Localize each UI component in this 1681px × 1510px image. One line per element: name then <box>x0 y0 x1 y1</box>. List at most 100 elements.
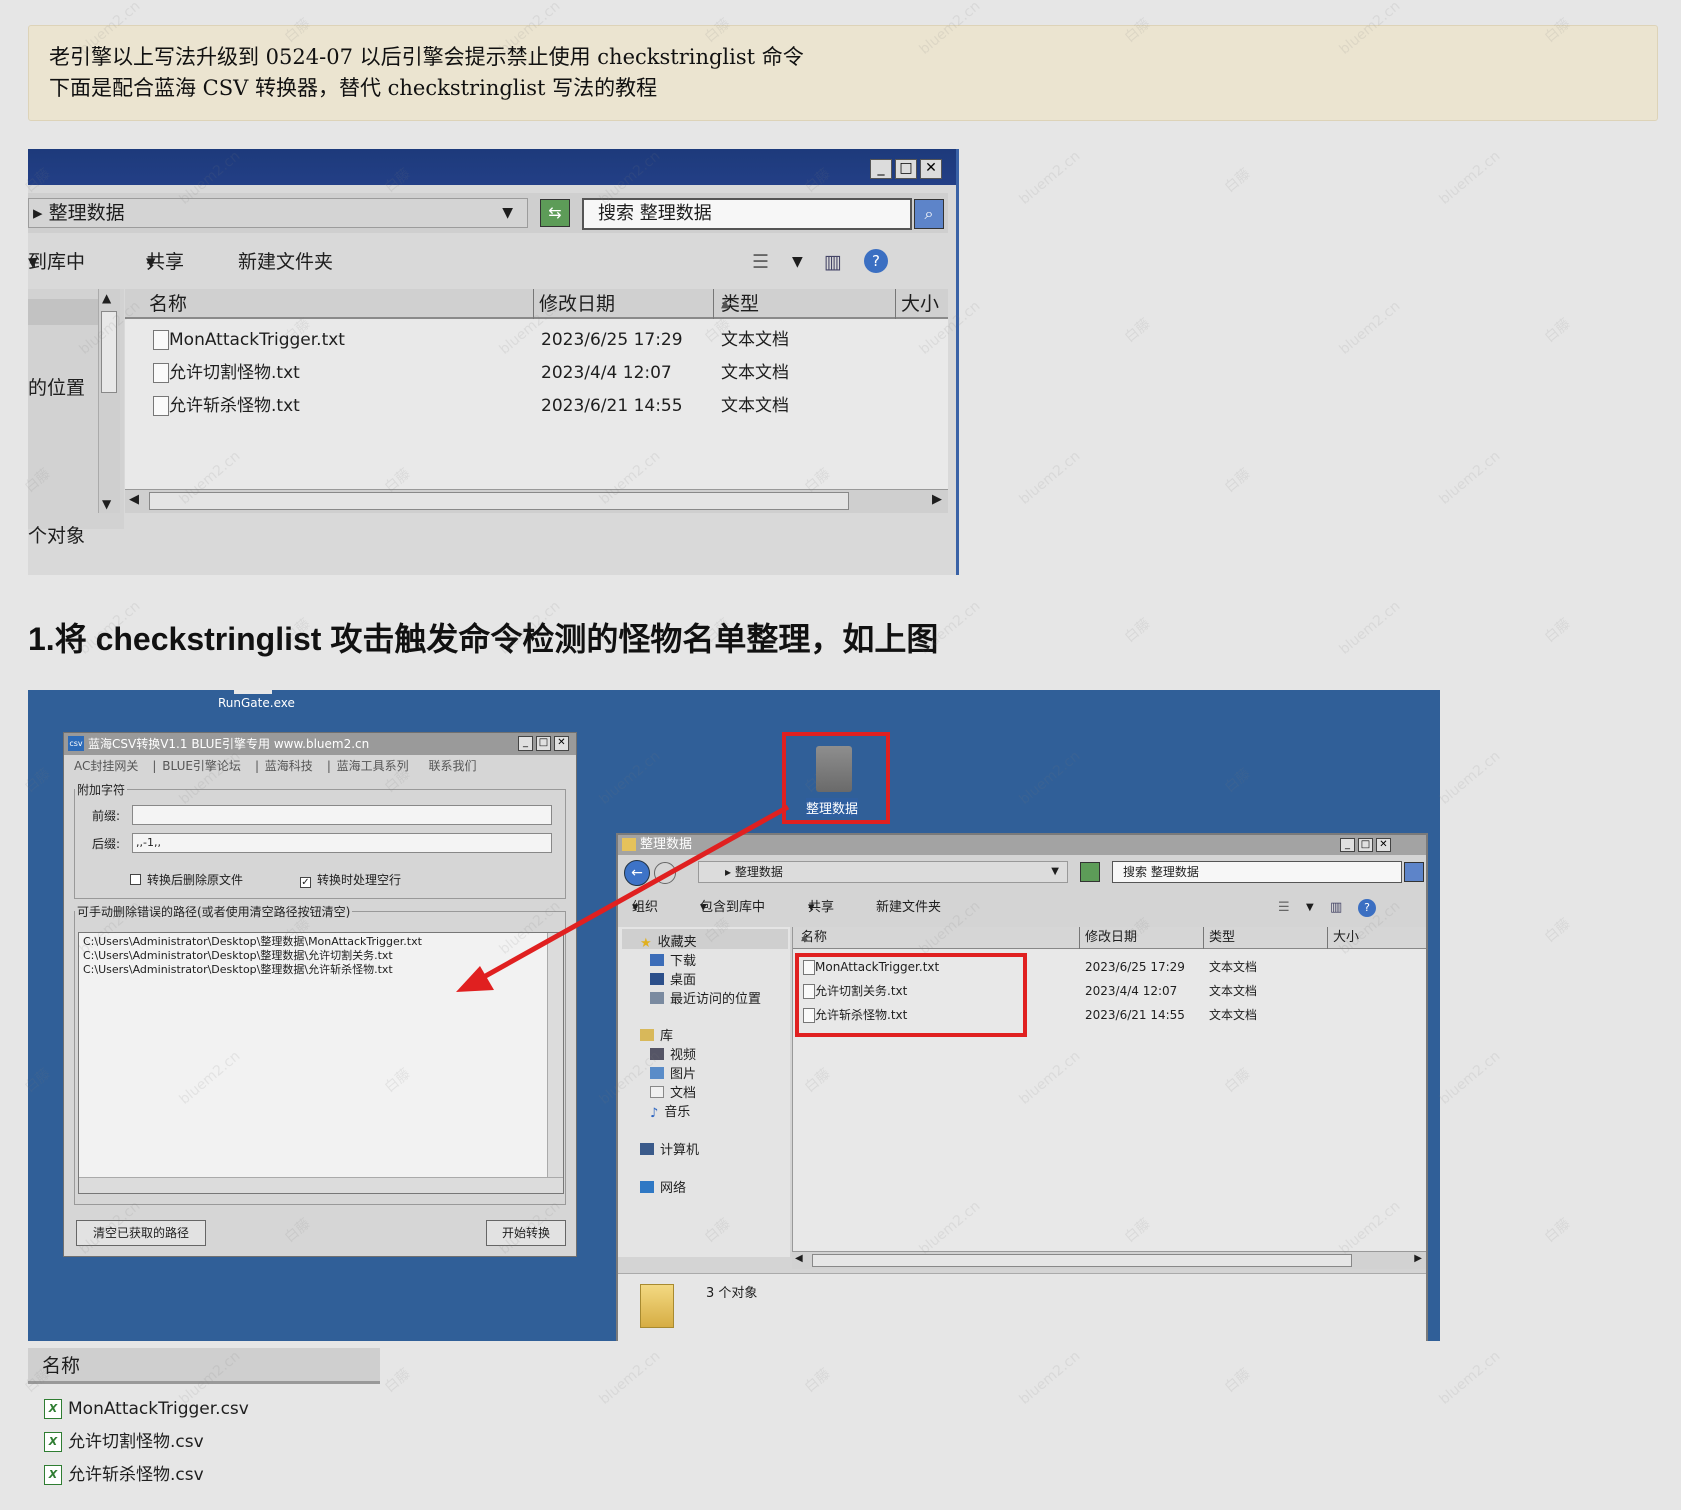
star-icon: ★ <box>640 936 652 951</box>
nav-downloads[interactable]: 下载 <box>650 950 696 969</box>
scroll-thumb[interactable] <box>149 492 849 510</box>
nav-libraries[interactable]: 库 <box>640 1025 673 1044</box>
csv-titlebar: csv 蓝海CSV转换V1.1 BLUE引擎专用 www.bluem2.cn _… <box>64 733 576 755</box>
scroll-up-icon[interactable]: ▲ <box>102 291 111 305</box>
clear-paths-button[interactable]: 清空已获取的路径 <box>76 1220 206 1246</box>
view-icon[interactable]: ☰ <box>1278 893 1290 923</box>
minimize-button[interactable]: _ <box>1340 838 1355 852</box>
scroll-left-icon[interactable]: ◀ <box>129 492 139 507</box>
preview-pane-icon[interactable]: ▥ <box>1330 893 1342 923</box>
scroll-thumb[interactable] <box>101 311 117 393</box>
col-name[interactable]: 名称 <box>149 289 187 319</box>
csv-file-row[interactable]: X 允许切割怪物.csv <box>44 1427 204 1457</box>
blank-line-checkbox[interactable]: ✓ 转换时处理空行 <box>300 871 401 888</box>
nav-favorites[interactable]: ★ 收藏夹 <box>640 931 697 951</box>
new-folder-button[interactable]: 新建文件夹 <box>238 241 333 283</box>
nav-computer[interactable]: 计算机 <box>640 1139 699 1158</box>
maximize-button[interactable]: □ <box>1358 838 1373 852</box>
file-row[interactable]: 允许切割怪物.txt 2023/4/4 12:07 文本文档 <box>125 358 948 388</box>
include-library-menu[interactable]: 到库中 ▾ <box>28 241 85 283</box>
nav-documents[interactable]: 文档 <box>650 1082 696 1101</box>
vertical-scrollbar[interactable]: ▲ ▼ <box>98 289 120 513</box>
scroll-right-icon[interactable]: ▶ <box>932 492 942 507</box>
nav-desktop[interactable]: 桌面 <box>650 969 696 988</box>
view-dropdown-icon[interactable]: ▼ <box>792 241 803 283</box>
watermark-text: bluem2.cn <box>1016 1348 1084 1408</box>
status-bar: 个对象 <box>28 525 86 547</box>
horizontal-scrollbar[interactable]: ◀ ▶ <box>125 489 948 513</box>
prefix-input[interactable] <box>132 805 552 825</box>
view-icon[interactable]: ☰ <box>752 241 769 283</box>
path-box[interactable]: ▸ 整理数据 ▼ <box>28 198 528 228</box>
share-menu[interactable]: 共享 ▾ <box>146 241 184 283</box>
close-button[interactable]: ✕ <box>1376 838 1391 852</box>
nav-music[interactable]: ♪ 音乐 <box>650 1101 690 1121</box>
search-icon[interactable]: ⌕ <box>914 199 944 229</box>
col-size[interactable]: 大小 <box>1333 927 1359 949</box>
dropdown-icon[interactable]: ▼ <box>1051 862 1059 882</box>
maximize-button[interactable]: □ <box>895 159 917 179</box>
nav-pictures[interactable]: 图片 <box>650 1063 696 1082</box>
paths-textarea[interactable]: C:\Users\Administrator\Desktop\整理数据\MonA… <box>78 932 564 1194</box>
desktop-folder-highlight[interactable]: 整理数据 <box>782 732 890 824</box>
scroll-thumb[interactable] <box>812 1254 1352 1267</box>
column-header: 名称 ▲ 修改日期 类型 大小 <box>793 927 1426 949</box>
menu-item[interactable]: 蓝海科技 <box>265 759 313 773</box>
close-button[interactable]: ✕ <box>920 159 942 179</box>
csv-file-row[interactable]: X 允许斩杀怪物.csv <box>44 1460 204 1490</box>
column-header-name[interactable]: 名称 <box>28 1348 380 1384</box>
search-input[interactable]: 搜索 整理数据 <box>1112 861 1402 883</box>
path-box[interactable]: ▸ 整理数据 ▼ <box>698 861 1068 883</box>
start-convert-button[interactable]: 开始转换 <box>486 1220 566 1246</box>
forward-icon[interactable] <box>654 862 676 884</box>
nav-recent[interactable]: 最近访问的位置 <box>650 988 761 1007</box>
minimize-button[interactable]: _ <box>870 159 892 179</box>
col-date[interactable]: 修改日期 <box>1085 927 1137 949</box>
vertical-scrollbar[interactable] <box>547 933 563 1193</box>
menu-item[interactable]: 蓝海工具系列 <box>337 759 409 773</box>
nav-item-recent[interactable]: 的位置 <box>28 373 85 400</box>
path-line: C:\Users\Administrator\Desktop\整理数据\允许斩杀… <box>83 963 393 976</box>
item-count: 3 个对象 <box>706 1286 758 1301</box>
refresh-icon[interactable] <box>1080 862 1100 882</box>
csv-menu-bar: AC封挂网关 | BLUE引擎论坛 | 蓝海科技 | 蓝海工具系列 联系我们 <box>74 759 477 773</box>
network-icon <box>640 1181 654 1193</box>
maximize-button[interactable]: □ <box>536 736 551 751</box>
horizontal-scrollbar[interactable] <box>79 1177 563 1193</box>
file-row[interactable]: MonAttackTrigger.txt 2023/6/25 17:29 文本文… <box>125 325 948 355</box>
nav-videos[interactable]: 视频 <box>650 1044 696 1063</box>
new-folder-button[interactable]: 新建文件夹 <box>876 893 941 923</box>
dropdown-icon[interactable]: ▼ <box>502 199 513 227</box>
include-library-menu[interactable]: 包含到库中 ▾ <box>700 893 765 923</box>
explorer-toolbar: 到库中 ▾ 共享 ▾ 新建文件夹 ☰ ▼ ▥ ? <box>28 241 948 283</box>
col-size[interactable]: 大小 <box>901 289 939 319</box>
col-date[interactable]: 修改日期 <box>539 289 615 319</box>
menu-item[interactable]: 联系我们 <box>429 759 477 773</box>
close-button[interactable]: ✕ <box>554 736 569 751</box>
view-dropdown-icon[interactable]: ▼ <box>1306 893 1314 923</box>
suffix-input[interactable]: ,,-1,, <box>132 833 552 853</box>
search-input[interactable]: 搜索 整理数据 <box>582 198 912 230</box>
nav-network[interactable]: 网络 <box>640 1177 686 1196</box>
scroll-right-icon[interactable]: ▶ <box>1414 1253 1422 1264</box>
back-icon[interactable]: ← <box>624 860 650 886</box>
horizontal-scrollbar[interactable]: ◀ ▶ <box>792 1251 1426 1269</box>
organize-menu[interactable]: 组织 ▾ <box>632 893 658 923</box>
files-highlight-box <box>795 953 1027 1037</box>
help-icon[interactable]: ? <box>1358 899 1376 917</box>
file-row[interactable]: 允许斩杀怪物.txt 2023/6/21 14:55 文本文档 <box>125 391 948 421</box>
preview-pane-icon[interactable]: ▥ <box>824 241 842 283</box>
menu-item[interactable]: AC封挂网关 <box>74 759 138 773</box>
col-type[interactable]: 类型 <box>1209 927 1235 949</box>
minimize-button[interactable]: _ <box>518 736 533 751</box>
menu-item[interactable]: BLUE引擎论坛 <box>162 759 241 773</box>
scroll-left-icon[interactable]: ◀ <box>795 1253 803 1264</box>
refresh-icon[interactable]: ⇆ <box>540 199 570 227</box>
scroll-down-icon[interactable]: ▼ <box>102 497 111 511</box>
help-icon[interactable]: ? <box>864 249 888 273</box>
search-icon[interactable] <box>1404 862 1424 882</box>
delete-source-checkbox[interactable]: 转换后删除原文件 <box>130 871 243 888</box>
csv-file-row[interactable]: X MonAttackTrigger.csv <box>44 1394 249 1424</box>
explorer-window-2: 整理数据 _ □ ✕ ← ▸ 整理数据 ▼ 搜索 整理数据 组织 ▾ 包含到库中 … <box>616 833 1428 1341</box>
share-menu[interactable]: 共享 ▾ <box>808 893 834 923</box>
